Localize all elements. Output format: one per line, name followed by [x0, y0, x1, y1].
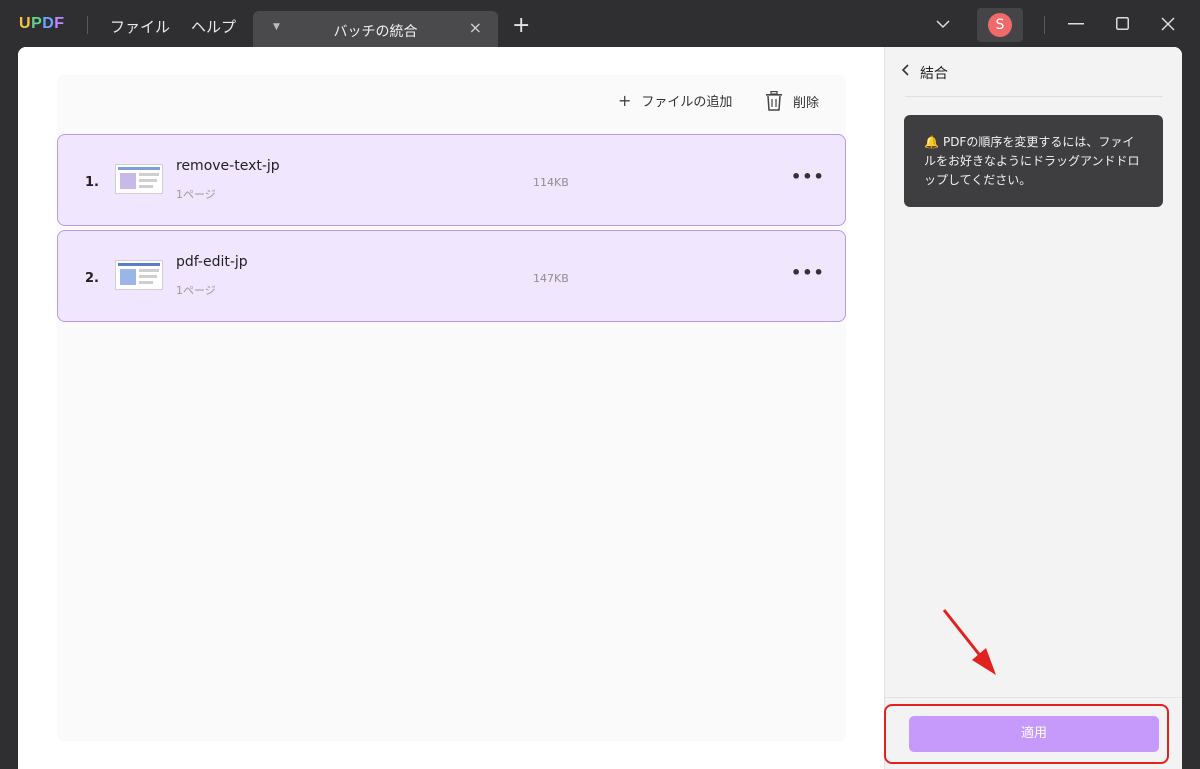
side-panel-title: 結合 [920, 66, 948, 82]
file-name: pdf-edit-jp [176, 254, 248, 270]
bell-icon: 🔔 [924, 135, 939, 149]
file-size: 147KB [533, 272, 569, 285]
file-index: 1. [85, 175, 99, 190]
add-file-button[interactable]: + ファイルの追加 [618, 91, 732, 110]
main-window: + ファイルの追加 削除 1. remove-text-jp 1ページ 114K… [18, 47, 1182, 769]
divider [87, 16, 88, 34]
file-thumbnail [115, 260, 163, 290]
file-pages: 1ページ [176, 188, 216, 201]
plus-icon: + [618, 91, 632, 110]
apply-highlight-box [884, 704, 1169, 764]
merge-workspace: + ファイルの追加 削除 1. remove-text-jp 1ページ 114K… [18, 47, 884, 769]
user-avatar-button[interactable]: S [977, 8, 1023, 42]
chevron-down-icon[interactable] [936, 19, 950, 29]
file-pages: 1ページ [176, 284, 216, 297]
new-tab-icon[interactable]: + [512, 15, 530, 37]
maximize-icon[interactable] [1116, 17, 1129, 30]
file-name: remove-text-jp [176, 158, 280, 174]
tip-text: PDFの順序を変更するには、ファイルをお好きなようにドラッグアンドドロップしてく… [924, 135, 1140, 187]
merge-side-panel: 結合 🔔 PDFの順序を変更するには、ファイルをお好きなようにドラッグアンドドロッ… [884, 47, 1182, 769]
back-chevron-icon[interactable] [901, 63, 910, 77]
file-row[interactable]: 1. remove-text-jp 1ページ 114KB ••• [57, 134, 846, 226]
menu-file[interactable]: ファイル [110, 16, 170, 37]
updf-logo: UPDF [19, 15, 65, 32]
side-panel-header: 結合 [885, 47, 1182, 97]
close-window-icon[interactable] [1161, 17, 1175, 31]
tab-title: バッチの統合 [333, 24, 418, 40]
minimize-icon[interactable] [1068, 23, 1084, 25]
delete-button[interactable]: 削除 [765, 91, 819, 111]
divider [905, 96, 1163, 97]
reorder-tip: 🔔 PDFの順序を変更するには、ファイルをお好きなようにドラッグアンドドロップして… [904, 115, 1163, 207]
menu-help[interactable]: ヘルプ [191, 16, 236, 37]
more-options-icon[interactable]: ••• [791, 263, 825, 282]
divider [1044, 16, 1045, 34]
more-options-icon[interactable]: ••• [791, 167, 825, 186]
file-size: 114KB [533, 176, 569, 189]
delete-label: 削除 [793, 95, 820, 111]
file-thumbnail [115, 164, 163, 194]
file-row[interactable]: 2. pdf-edit-jp 1ページ 147KB ••• [57, 230, 846, 322]
add-file-label: ファイルの追加 [641, 95, 733, 110]
tab-close-icon[interactable]: × [469, 18, 482, 37]
tab-batch-merge[interactable]: ▼ バッチの統合 × [253, 11, 498, 48]
title-bar: UPDF ファイル ヘルプ ▼ バッチの統合 × + S [0, 0, 1200, 48]
file-index: 2. [85, 271, 99, 286]
trash-icon [766, 91, 782, 111]
avatar: S [988, 13, 1012, 37]
